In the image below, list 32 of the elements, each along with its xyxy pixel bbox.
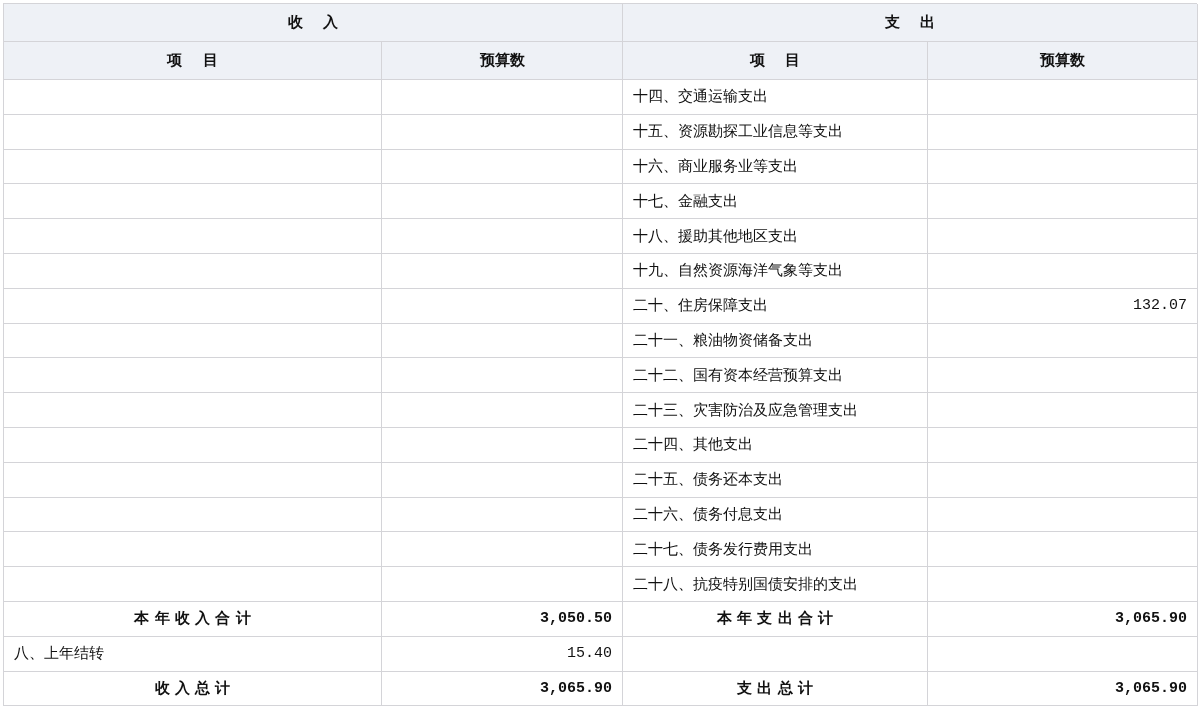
item-label: 十六、商业服务业等支出 xyxy=(633,157,798,176)
item-label: 二十八、抗疫特别国债安排的支出 xyxy=(633,574,858,594)
item-label: 八、上年结转 xyxy=(14,644,104,664)
item-label: 二十四、其他支出 xyxy=(633,435,753,455)
item-label: 二十一、粮油物资储备支出 xyxy=(633,330,813,350)
column-header: 预算数 xyxy=(479,51,525,70)
item-label: 二十五、债务还本支出 xyxy=(633,470,783,490)
item-label: 十九、自然资源海洋气象等支出 xyxy=(633,261,843,281)
item-label: 二十、住房保障支出 xyxy=(633,296,768,316)
column-header: 项 目 xyxy=(749,51,801,70)
amount-value: 132.07 xyxy=(1133,297,1187,315)
column-header: 项 目 xyxy=(167,51,218,70)
item-label: 二十三、灾害防治及应急管理支出 xyxy=(633,400,858,420)
item-label: 十四、交通运输支出 xyxy=(633,87,768,107)
item-label: 二十七、债务发行费用支出 xyxy=(633,539,813,559)
amount-value: 3,065.90 xyxy=(1115,610,1187,628)
total-label: 本 年 支 出 合 计 xyxy=(716,609,834,629)
amount-value: 3,050.50 xyxy=(540,610,612,628)
total-label: 支 出 总 计 xyxy=(737,678,813,698)
column-header: 预算数 xyxy=(1040,51,1085,70)
item-label: 二十二、国有资本经营预算支出 xyxy=(633,365,843,385)
item-label: 十五、资源勘探工业信息等支出 xyxy=(633,122,843,142)
amount-value: 3,065.90 xyxy=(1115,679,1187,697)
total-label: 收 入 总 计 xyxy=(154,678,231,698)
amount-value: 15.40 xyxy=(567,645,612,663)
group-header: 支 出 xyxy=(884,13,936,32)
item-label: 十八、援助其他地区支出 xyxy=(633,226,798,246)
item-label: 二十六、债务付息支出 xyxy=(633,504,783,524)
group-header: 收 入 xyxy=(287,13,339,32)
amount-value: 3,065.90 xyxy=(540,679,612,697)
total-label: 本 年 收 入 合 计 xyxy=(134,609,251,629)
item-label: 十七、金融支出 xyxy=(633,191,738,211)
